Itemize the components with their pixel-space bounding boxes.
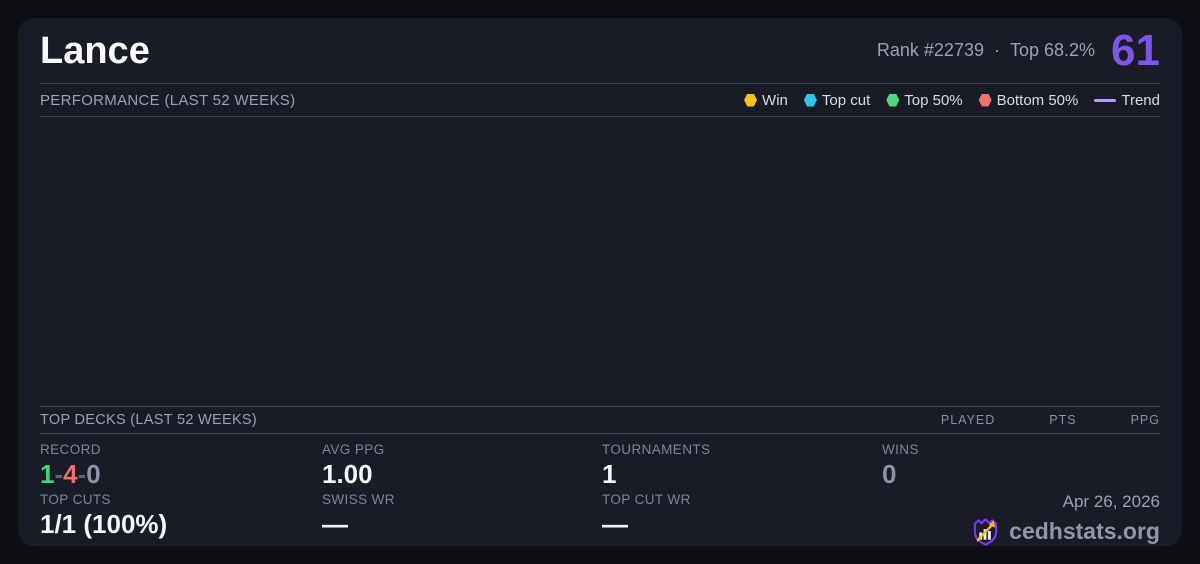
- top-decks-columns: PLAYED PTS PPG: [941, 413, 1160, 427]
- avg-ppg-value: 1.00: [322, 459, 373, 489]
- column-pts: PTS: [1049, 413, 1077, 427]
- win-dot-icon: [744, 93, 758, 107]
- top-decks-header-row: TOP DECKS (LAST 52 WEEKS) PLAYED PTS PPG: [40, 407, 1160, 433]
- stat-label: RECORD: [40, 442, 101, 457]
- performance-header-row: PERFORMANCE (LAST 52 WEEKS) Win Top cut …: [40, 84, 1160, 116]
- performance-heading: PERFORMANCE (LAST 52 WEEKS): [40, 91, 296, 109]
- footer-block: Apr 26, 2026 cedhstats.org: [882, 492, 1160, 548]
- rank-line: Rank #22739 · Top 68.2%: [877, 40, 1095, 61]
- legend-label: Top 50%: [904, 91, 963, 109]
- page-title: Lance: [40, 29, 150, 72]
- legend-item-trend[interactable]: Trend: [1094, 92, 1160, 109]
- stat-label: AVG PPG: [322, 442, 385, 457]
- brand-link[interactable]: cedhstats.org: [882, 516, 1160, 547]
- legend-label: Trend: [1121, 91, 1160, 109]
- stat-label: SWISS WR: [322, 492, 395, 507]
- record-losses: 4: [63, 459, 78, 489]
- player-stats-card: Lance Rank #22739 · Top 68.2% 61 PERFORM…: [18, 18, 1182, 546]
- stat-label: TOP CUTS: [40, 492, 111, 507]
- performance-chart: [40, 117, 1160, 406]
- legend-item-win[interactable]: Win: [744, 92, 788, 109]
- top-cuts-value: 1/1 (100%): [40, 509, 168, 539]
- legend-label: Top cut: [821, 91, 871, 109]
- stat-label: WINS: [882, 442, 919, 457]
- record-value: 1-4-0: [40, 459, 322, 489]
- percentile-text: Top 68.2%: [1009, 40, 1096, 60]
- cedhstats-logo-icon: [973, 518, 998, 546]
- trend-line-icon: [1094, 98, 1117, 102]
- elo-score: 61: [1111, 25, 1160, 75]
- column-ppg: PPG: [1130, 413, 1160, 427]
- record-wins: 1: [40, 459, 55, 489]
- tournaments-value: 1: [602, 459, 617, 489]
- stat-label: TOURNAMENTS: [602, 442, 711, 457]
- stat-record: RECORD 1-4-0: [40, 442, 322, 492]
- legend-label: Win: [762, 91, 788, 109]
- swiss-wr-value: —: [322, 509, 348, 539]
- record-separator: -: [54, 459, 64, 489]
- wins-value: 0: [882, 459, 897, 489]
- top-cut-dot-icon: [803, 93, 817, 107]
- stats-grid: RECORD 1-4-0 AVG PPG 1.00 TOURNAMENTS 1 …: [40, 434, 1160, 548]
- legend-label: Bottom 50%: [996, 91, 1079, 109]
- stat-wins: WINS 0: [882, 442, 1160, 492]
- bottom-50-dot-icon: [978, 93, 992, 107]
- column-played: PLAYED: [940, 413, 996, 427]
- brand-name: cedhstats.org: [1009, 518, 1160, 544]
- stat-avg-ppg: AVG PPG 1.00: [322, 442, 602, 492]
- stat-top-cuts: TOP CUTS 1/1 (100%): [40, 492, 322, 548]
- rank-score-block: Rank #22739 · Top 68.2% 61: [877, 25, 1160, 75]
- stat-label: TOP CUT WR: [602, 492, 691, 507]
- rank-text: Rank #22739: [876, 40, 984, 60]
- stat-swiss-wr: SWISS WR —: [322, 492, 602, 548]
- chart-legend: Win Top cut Top 50% Bottom 50% Trend: [744, 92, 1160, 109]
- record-draws: 0: [86, 459, 101, 489]
- rank-separator: ·: [993, 40, 1000, 60]
- top-decks-heading: TOP DECKS (LAST 52 WEEKS): [40, 412, 258, 428]
- legend-item-top-50[interactable]: Top 50%: [886, 91, 963, 109]
- record-separator: -: [77, 459, 87, 489]
- legend-item-bottom-50[interactable]: Bottom 50%: [978, 91, 1079, 109]
- card-header: Lance Rank #22739 · Top 68.2% 61: [40, 18, 1160, 83]
- stat-tournaments: TOURNAMENTS 1: [602, 442, 882, 492]
- stat-top-cut-wr: TOP CUT WR —: [602, 492, 882, 548]
- top-cut-wr-value: —: [602, 509, 628, 539]
- top-50-dot-icon: [886, 93, 900, 107]
- legend-item-top-cut[interactable]: Top cut: [803, 91, 871, 109]
- date-text: Apr 26, 2026: [1062, 492, 1160, 511]
